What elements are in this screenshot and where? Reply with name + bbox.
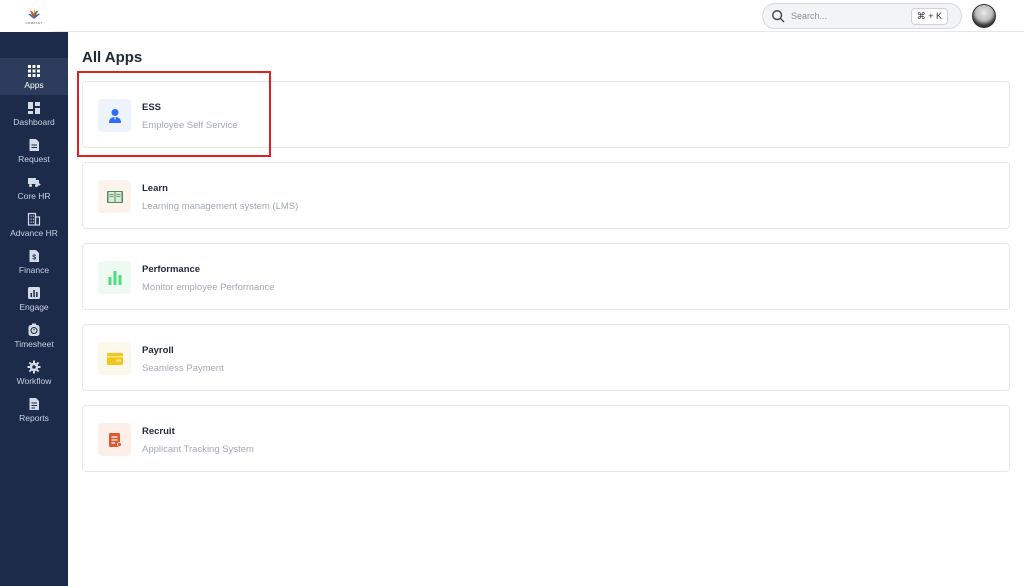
clock-icon xyxy=(28,323,40,336)
sidebar-item-label: Finance xyxy=(18,264,50,275)
app-card-performance[interactable]: Performance Monitor employee Performance xyxy=(82,243,1010,310)
sidebar-item-label: Workflow xyxy=(16,375,52,386)
sidebar-item-advance-hr[interactable]: Advance HR xyxy=(0,206,68,243)
sidebar-item-request[interactable]: Request xyxy=(0,132,68,169)
sidebar-item-finance[interactable]: $ Finance xyxy=(0,243,68,280)
app-card-payroll[interactable]: Payroll Seamless Payment xyxy=(82,324,1010,391)
dollar-icon: $ xyxy=(29,249,39,262)
app-icon-box xyxy=(98,342,131,375)
app-subtitle: Seamless Payment xyxy=(142,363,224,374)
report-icon xyxy=(29,397,39,410)
bar-chart-icon xyxy=(28,286,40,299)
app-title: Recruit xyxy=(142,426,175,437)
app-card-learn[interactable]: Learn Learning management system (LMS) xyxy=(82,162,1010,229)
sidebar-item-label: Engage xyxy=(19,301,49,312)
logo-icon xyxy=(28,8,40,19)
app-icon-box xyxy=(98,423,131,456)
sidebar-item-apps[interactable]: Apps xyxy=(0,58,68,95)
book-icon xyxy=(106,190,123,203)
sidebar-item-reports[interactable]: Reports xyxy=(0,391,68,428)
sidebar-item-label: Request xyxy=(18,153,50,164)
document-icon xyxy=(29,138,39,151)
sidebar-item-label: Timesheet xyxy=(14,338,54,349)
highlight-box xyxy=(77,71,271,157)
sidebar-item-label: Dashboard xyxy=(13,116,55,127)
app-subtitle: Applicant Tracking System xyxy=(142,444,254,455)
app-title: Payroll xyxy=(142,345,174,356)
svg-text:$: $ xyxy=(32,254,36,261)
sidebar-item-label: Core HR xyxy=(17,190,51,201)
search-box[interactable]: ⌘ + K xyxy=(762,3,962,29)
bar-chart-icon xyxy=(108,270,121,285)
page-title: All Apps xyxy=(82,49,143,66)
sidebar-item-label: Apps xyxy=(24,79,44,90)
app-card-recruit[interactable]: Recruit Applicant Tracking System xyxy=(82,405,1010,472)
app-subtitle: Learning management system (LMS) xyxy=(142,201,299,212)
sidebar-item-label: Reports xyxy=(19,412,49,423)
sidebar-item-label: Advance HR xyxy=(10,227,58,238)
dashboard-icon xyxy=(28,101,40,114)
sidebar-item-timesheet[interactable]: Timesheet xyxy=(0,317,68,354)
building-icon xyxy=(27,212,41,226)
avatar[interactable] xyxy=(972,4,996,28)
sidebar-item-engage[interactable]: Engage xyxy=(0,280,68,317)
gear-icon xyxy=(27,360,41,373)
top-bar: ⌘ + K xyxy=(0,0,1024,32)
sidebar-item-workflow[interactable]: Workflow xyxy=(0,354,68,391)
logo-text: COMPANY xyxy=(25,20,43,25)
app-icon-box xyxy=(98,180,131,213)
grid-icon xyxy=(28,64,40,77)
app-subtitle: Monitor employee Performance xyxy=(142,282,275,293)
app-title: Performance xyxy=(142,264,201,275)
search-input[interactable] xyxy=(791,11,911,21)
wallet-icon xyxy=(106,352,123,365)
shortcut-badge: ⌘ + K xyxy=(910,8,948,25)
applicant-icon xyxy=(108,432,122,447)
search-icon xyxy=(772,10,785,23)
company-logo[interactable]: COMPANY xyxy=(0,0,68,32)
truck-icon xyxy=(28,177,41,187)
sidebar-item-core-hr[interactable]: Core HR xyxy=(0,169,68,206)
sidebar: Apps Dashboard Request Core HR Advance H… xyxy=(0,32,68,586)
sidebar-item-dashboard[interactable]: Dashboard xyxy=(0,95,68,132)
app-title: Learn xyxy=(142,183,168,194)
app-icon-box xyxy=(98,261,131,294)
